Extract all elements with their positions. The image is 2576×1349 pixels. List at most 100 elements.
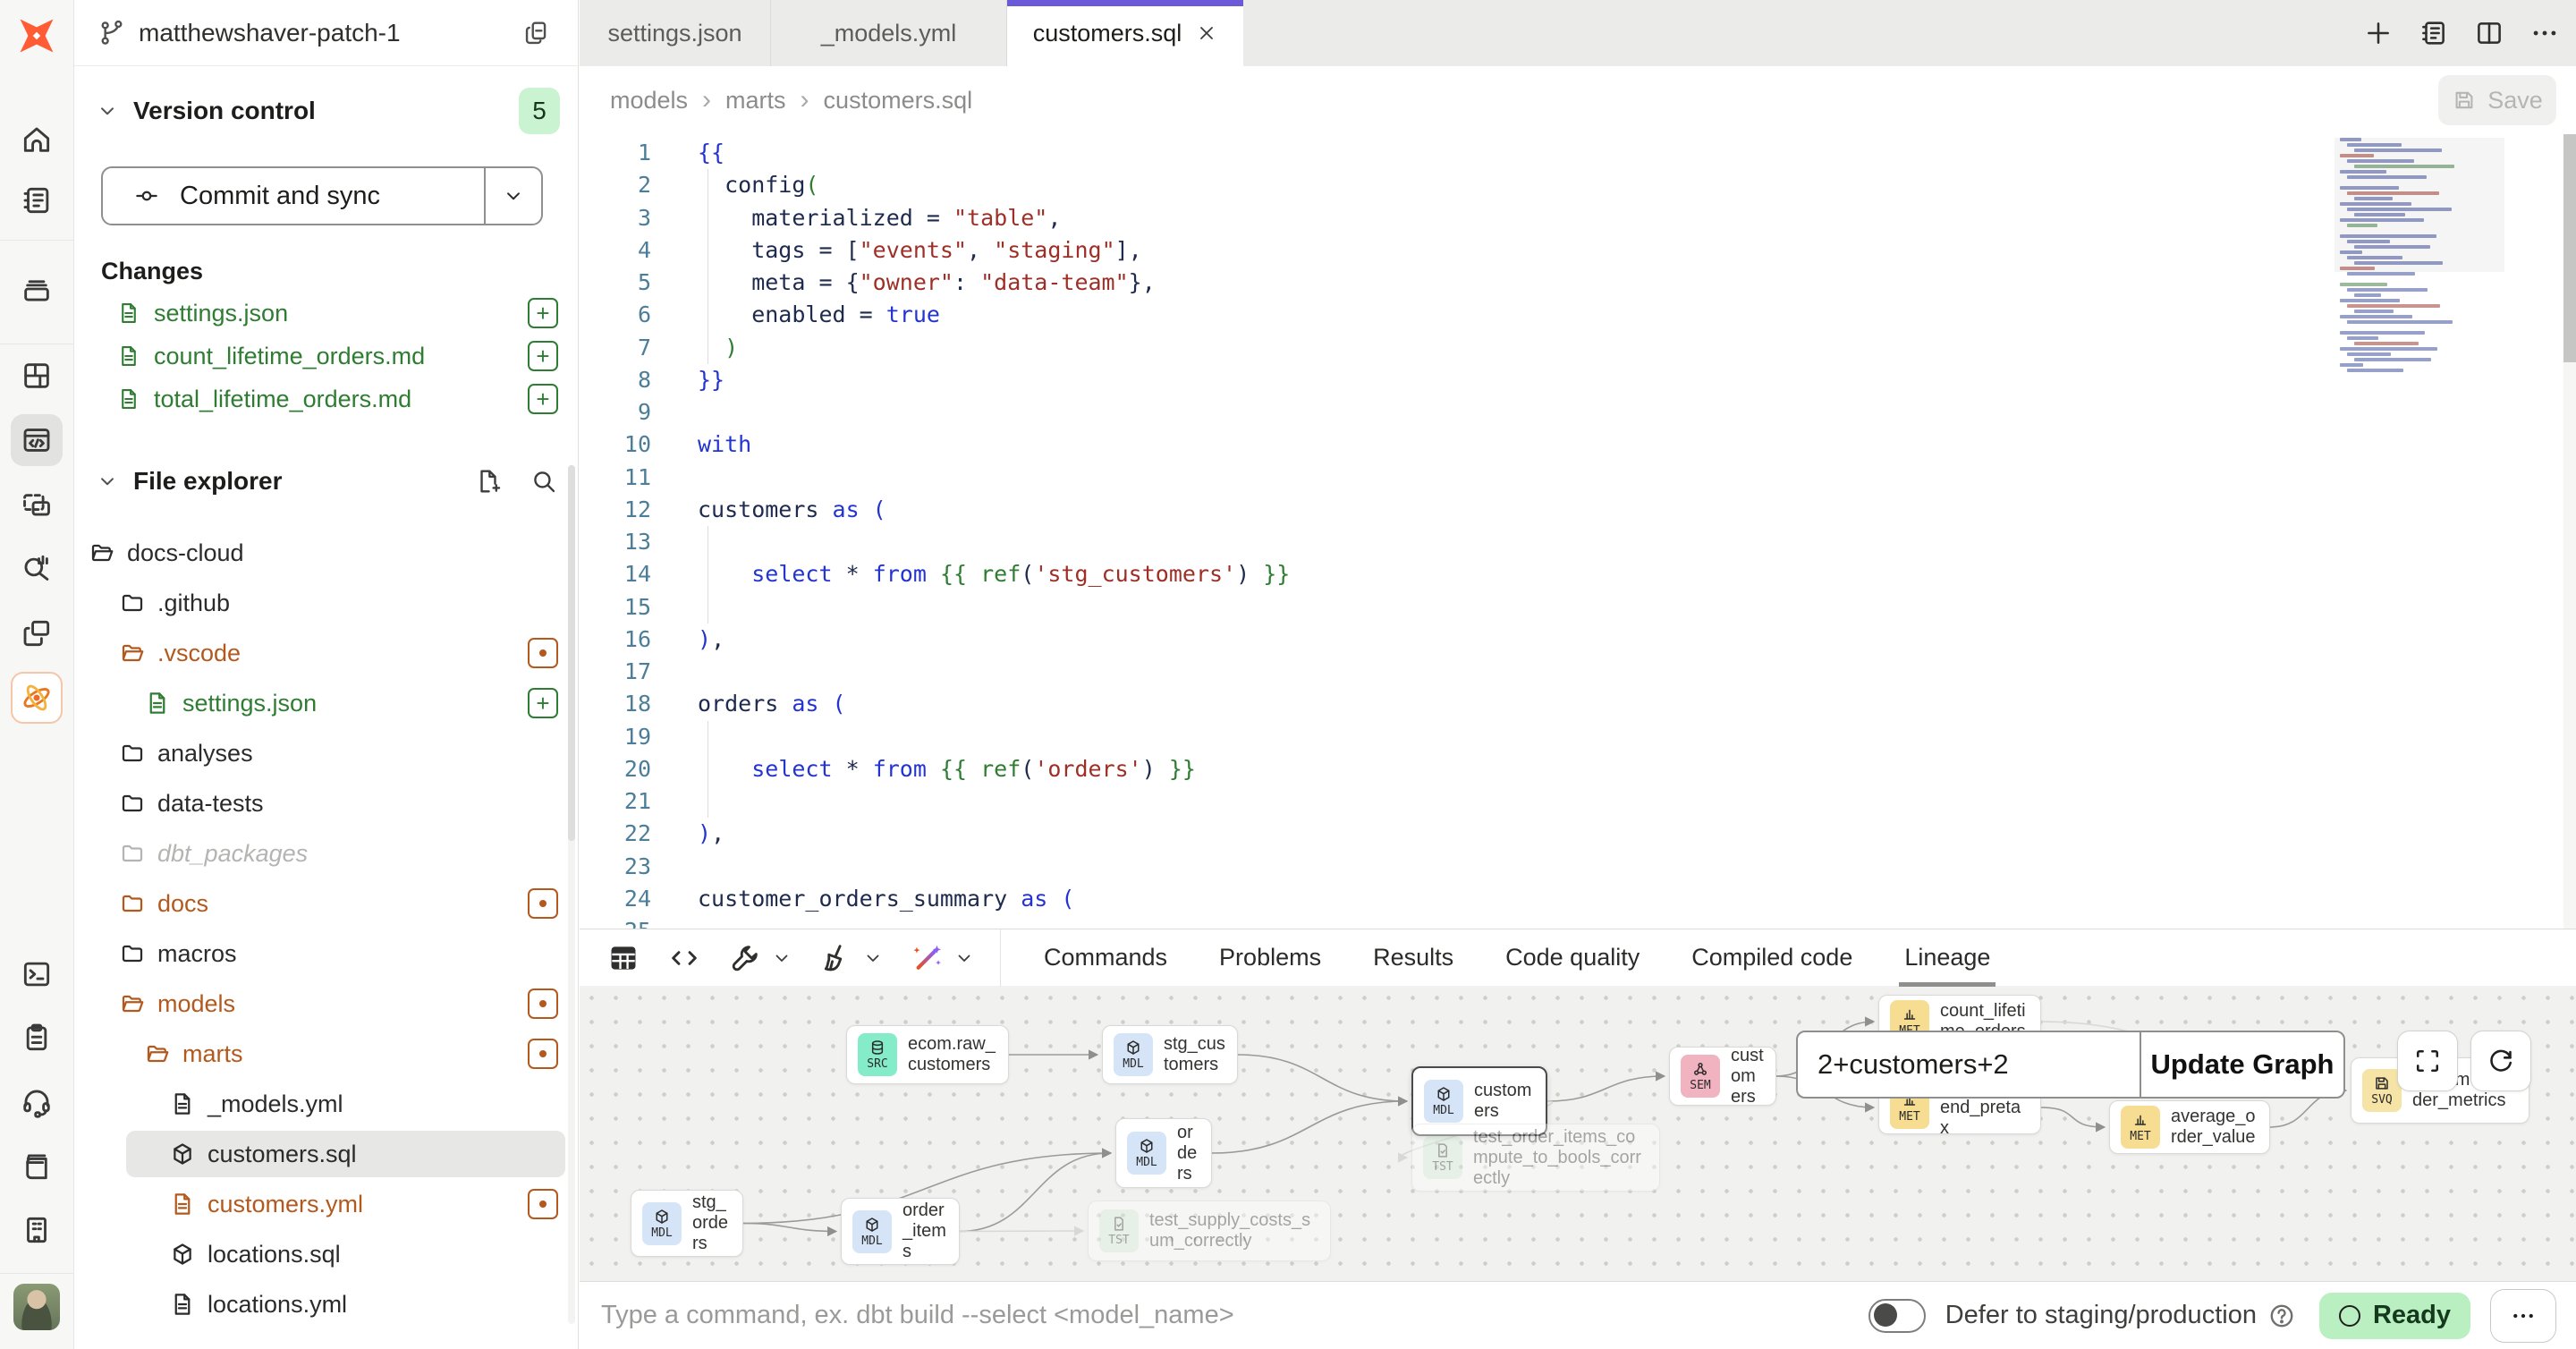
- status-badge[interactable]: Ready: [2319, 1293, 2470, 1339]
- rail-item-notebook[interactable]: [11, 174, 63, 226]
- help-icon[interactable]: [2267, 1302, 2296, 1330]
- tree-item--github[interactable]: .github: [74, 578, 578, 628]
- close-icon[interactable]: [1196, 22, 1217, 44]
- panel-tab-Problems[interactable]: Problems: [1219, 929, 1321, 987]
- stage-file-badge[interactable]: +: [528, 341, 558, 371]
- lineage-node-order_items[interactable]: MDLorder_items: [841, 1198, 960, 1265]
- copy-branch-icon[interactable]: [522, 19, 551, 47]
- branch-name[interactable]: matthewshaver-patch-1: [139, 19, 522, 47]
- tree-item-customers-yml[interactable]: customers.yml: [74, 1179, 578, 1229]
- preview-table-button[interactable]: [606, 941, 640, 975]
- lineage-node-stg_customers[interactable]: MDLstg_customers: [1102, 1025, 1238, 1084]
- stage-file-badge[interactable]: +: [528, 688, 558, 718]
- modified-badge[interactable]: [528, 888, 558, 919]
- minimap-viewport[interactable]: [2334, 138, 2504, 272]
- panel-tab-Commands[interactable]: Commands: [1044, 929, 1167, 987]
- rail-item-copilot[interactable]: [11, 672, 63, 724]
- search-icon[interactable]: [530, 467, 558, 496]
- tree-item-marts[interactable]: marts: [74, 1029, 578, 1079]
- tree-item-settings-json[interactable]: settings.json+: [74, 678, 578, 728]
- file-outline-icon[interactable]: [2419, 18, 2449, 48]
- new-tab-icon[interactable]: [2363, 18, 2394, 48]
- stage-file-badge[interactable]: +: [528, 298, 558, 328]
- compile-button[interactable]: [667, 941, 701, 975]
- tree-item-locations-sql[interactable]: locations.sql: [74, 1229, 578, 1279]
- rail-item-canvas[interactable]: [11, 479, 63, 530]
- lineage-node-tst_supply[interactable]: TSTtest_supply_costs_sum_correctly: [1088, 1201, 1331, 1261]
- modified-badge[interactable]: [528, 638, 558, 668]
- rail-item-tasks[interactable]: [11, 1012, 63, 1064]
- modified-badge[interactable]: [528, 1189, 558, 1219]
- rail-item-home[interactable]: [11, 114, 63, 165]
- lineage-node-tst_order_items[interactable]: TSTtest_order_items_compute_to_bools_cor…: [1411, 1124, 1660, 1192]
- modified-badge[interactable]: [528, 1039, 558, 1069]
- tree-item-models[interactable]: models: [74, 979, 578, 1029]
- editor-scrollbar[interactable]: [2563, 134, 2576, 929]
- lineage-selector-input[interactable]: 2+customers+2: [1798, 1032, 2140, 1097]
- breadcrumb-item[interactable]: customers.sql: [824, 87, 973, 115]
- defer-toggle[interactable]: [1868, 1299, 1926, 1333]
- update-graph-button[interactable]: Update Graph: [2140, 1032, 2343, 1097]
- chevron-down-icon[interactable]: [771, 947, 792, 969]
- commit-options-button[interactable]: [484, 168, 541, 224]
- tab-customers-sql[interactable]: customers.sql: [1007, 0, 1243, 66]
- panel-tab-Compiled-code[interactable]: Compiled code: [1691, 929, 1852, 987]
- file-explorer-header[interactable]: File explorer: [74, 456, 578, 506]
- tree-item--vscode[interactable]: .vscode: [74, 628, 578, 678]
- rail-item-terminal[interactable]: [11, 948, 63, 1000]
- copilot-button[interactable]: [911, 941, 975, 975]
- lineage-node-orders[interactable]: MDLorders: [1115, 1118, 1212, 1188]
- tree-item-customers-sql[interactable]: customers.sql: [74, 1129, 578, 1179]
- changed-file-row[interactable]: total_lifetime_orders.md+: [74, 378, 578, 420]
- sidebar-scrollbar[interactable]: [568, 465, 575, 1324]
- lineage-node-stg_orders[interactable]: MDLstg_orders: [631, 1190, 743, 1257]
- refresh-graph-button[interactable]: [2470, 1031, 2531, 1091]
- rail-item-support[interactable]: [11, 1076, 63, 1128]
- code-editor[interactable]: 1{{2 config(3 materialized = "table",4 t…: [580, 134, 2576, 929]
- rail-item-jobs[interactable]: [11, 263, 63, 315]
- changed-file-row[interactable]: settings.json+: [74, 292, 578, 335]
- stage-file-badge[interactable]: +: [528, 384, 558, 414]
- lint-button[interactable]: [819, 941, 884, 975]
- version-control-header[interactable]: Version control 5: [74, 86, 578, 136]
- changed-file-row[interactable]: count_lifetime_orders.md+: [74, 335, 578, 378]
- commit-and-sync-button[interactable]: Commit and sync: [101, 166, 543, 225]
- lineage-canvas[interactable]: SRCecom.raw_customers MDLstg_customers MDL…: [580, 986, 2576, 1281]
- rail-item-docs[interactable]: [11, 1141, 63, 1192]
- modified-badge[interactable]: [528, 988, 558, 1019]
- breadcrumb-item[interactable]: marts: [725, 87, 786, 115]
- breadcrumb-item[interactable]: models: [610, 87, 688, 115]
- new-file-icon[interactable]: [474, 467, 503, 496]
- rail-item-apps[interactable]: [11, 607, 63, 659]
- dbt-logo-icon[interactable]: [12, 11, 62, 61]
- rail-item-ide[interactable]: [11, 414, 63, 466]
- tree-item-data-tests[interactable]: data-tests: [74, 778, 578, 828]
- chevron-down-icon[interactable]: [862, 947, 884, 969]
- panel-tab-Lineage[interactable]: Lineage: [1904, 929, 1990, 987]
- tab-settings-json[interactable]: settings.json: [580, 0, 771, 66]
- lineage-node-raw_customers[interactable]: SRCecom.raw_customers: [846, 1025, 1009, 1084]
- rail-item-catalog[interactable]: [11, 541, 63, 593]
- chevron-down-icon[interactable]: [953, 947, 975, 969]
- save-button[interactable]: Save: [2438, 75, 2556, 125]
- command-input[interactable]: Type a command, ex. dbt build --select <…: [601, 1301, 1868, 1330]
- tree-item-docs[interactable]: docs: [74, 878, 578, 929]
- tree-item-macros[interactable]: macros: [74, 929, 578, 979]
- minimap[interactable]: [2340, 138, 2499, 386]
- split-editor-icon[interactable]: [2474, 18, 2504, 48]
- lineage-node-avg_order_value[interactable]: METaverage_order_value: [2109, 1100, 2270, 1154]
- tree-item--models-yml[interactable]: _models.yml: [74, 1079, 578, 1129]
- tab--models-yml[interactable]: _models.yml: [771, 0, 1007, 66]
- lineage-node-customers_sem[interactable]: SEMcustomers: [1669, 1047, 1776, 1106]
- tree-item-locations-yml[interactable]: locations.yml: [74, 1279, 578, 1329]
- panel-tab-Code-quality[interactable]: Code quality: [1505, 929, 1640, 987]
- tree-item-docs-cloud[interactable]: docs-cloud: [74, 528, 578, 578]
- more-options-icon[interactable]: [2529, 18, 2560, 48]
- user-avatar[interactable]: [13, 1284, 60, 1330]
- build-button[interactable]: [728, 941, 792, 975]
- rail-item-dashboards[interactable]: [11, 350, 63, 402]
- tree-item-analyses[interactable]: analyses: [74, 728, 578, 778]
- status-more-button[interactable]: [2490, 1289, 2556, 1343]
- panel-tab-Results[interactable]: Results: [1373, 929, 1453, 987]
- rail-item-organization[interactable]: [11, 1204, 63, 1256]
